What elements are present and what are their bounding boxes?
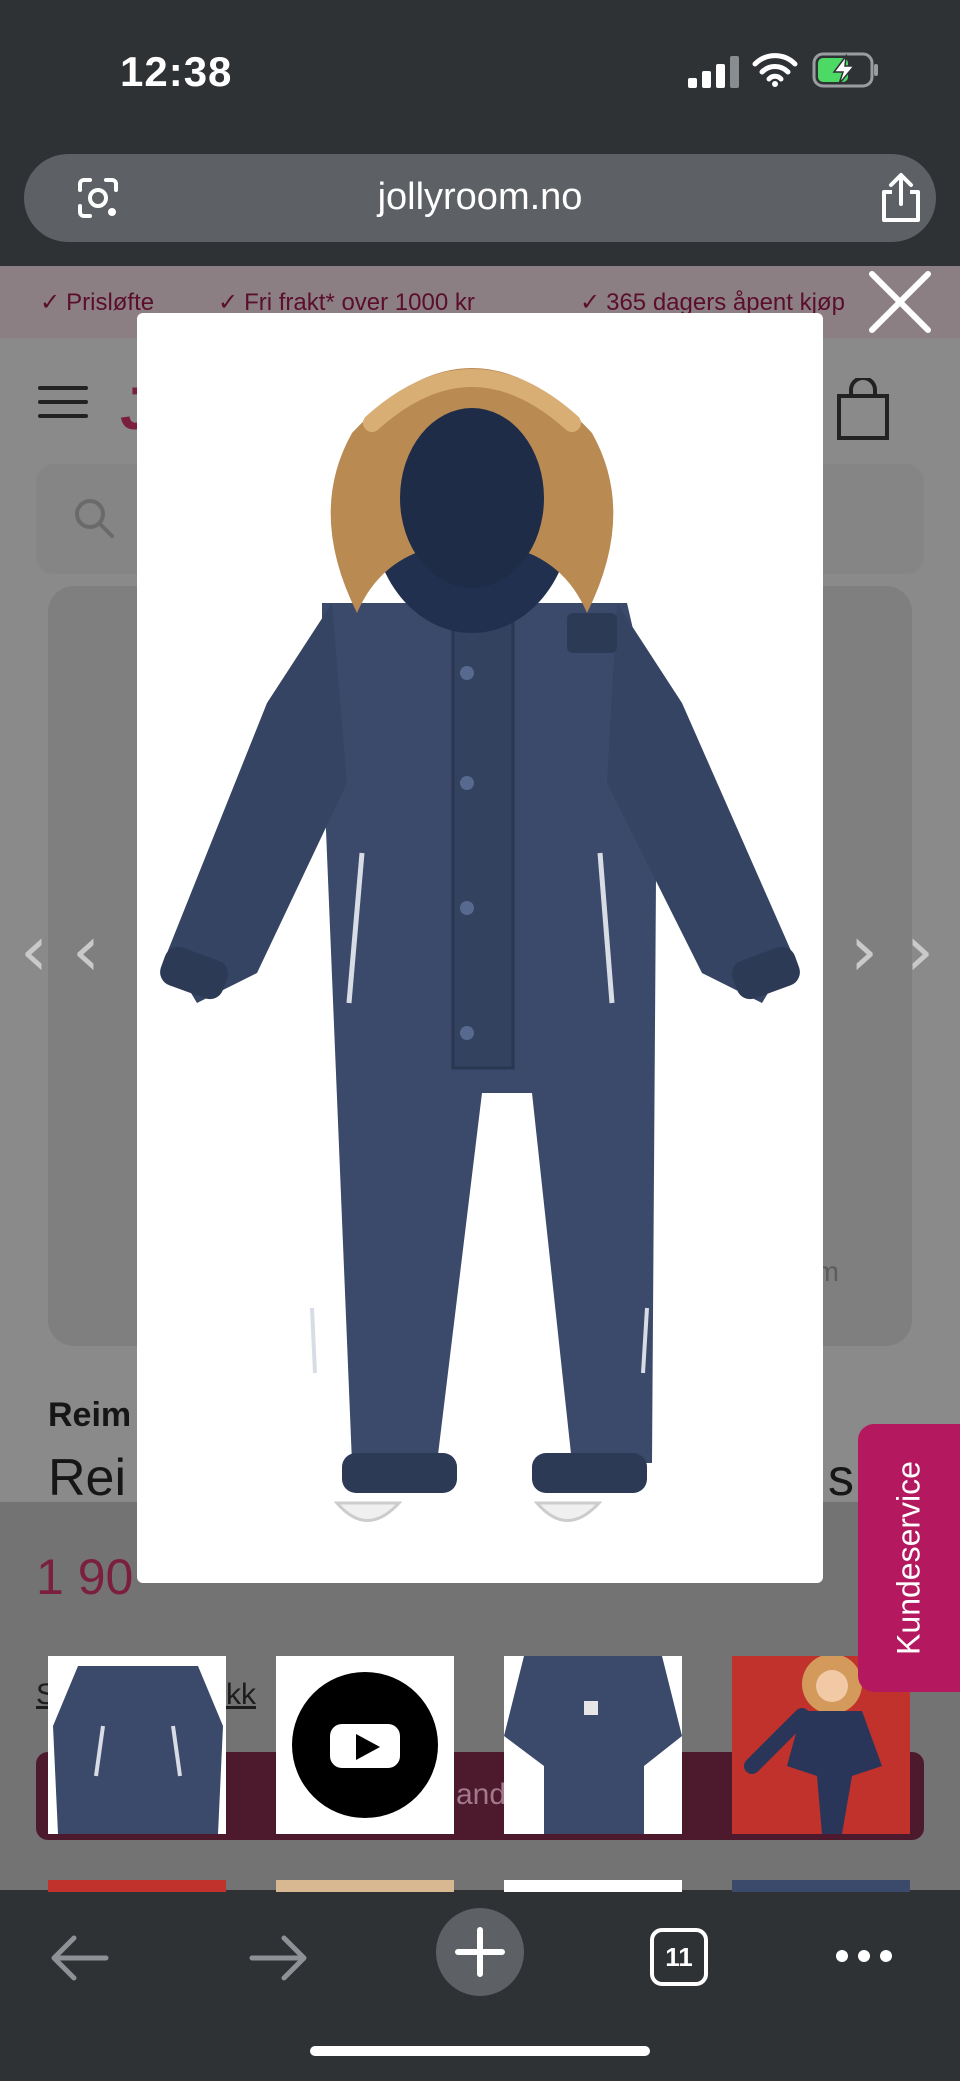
address-bar[interactable]: jollyroom.no bbox=[24, 154, 936, 242]
share-icon[interactable] bbox=[878, 172, 924, 224]
product-image bbox=[160, 368, 800, 1522]
thumbnail-back[interactable] bbox=[504, 1656, 682, 1834]
gallery-next-icon[interactable]: › bbox=[850, 916, 878, 986]
thumbnail-row2[interactable] bbox=[276, 1880, 454, 1892]
customer-service-tab[interactable]: Kundeservice bbox=[858, 1424, 960, 1692]
size-guide-link-tail[interactable]: kk bbox=[226, 1678, 256, 1712]
plus-icon bbox=[455, 1927, 505, 1977]
thumbnail-row2[interactable] bbox=[504, 1880, 682, 1892]
product-title: Rei bbox=[48, 1449, 127, 1507]
clock: 12:38 bbox=[120, 48, 233, 95]
product-price: 1 90 bbox=[36, 1549, 134, 1605]
youtube-icon bbox=[292, 1672, 438, 1818]
product-brand[interactable]: Reim bbox=[48, 1396, 131, 1435]
gallery-prev-icon[interactable]: ‹ bbox=[72, 916, 100, 986]
thumbnail-row2[interactable] bbox=[732, 1880, 910, 1892]
more-options-icon[interactable] bbox=[834, 1946, 894, 1966]
menu-icon[interactable] bbox=[38, 386, 88, 422]
thumbnail-row2[interactable] bbox=[48, 1880, 226, 1892]
back-arrow-icon[interactable] bbox=[48, 1932, 110, 1984]
tab-count: 11 bbox=[665, 1942, 693, 1972]
thumbnail-front[interactable] bbox=[48, 1656, 226, 1834]
lightbox-prev-icon[interactable]: ‹ bbox=[20, 916, 48, 986]
wifi-icon bbox=[752, 53, 798, 87]
thumbnail-image bbox=[504, 1656, 682, 1834]
browser-toolbar: 11 bbox=[0, 1892, 960, 2081]
url-text[interactable]: jollyroom.no bbox=[24, 176, 936, 219]
shopping-bag-icon[interactable] bbox=[836, 378, 890, 440]
status-bar: 12:38 bbox=[0, 0, 960, 140]
home-indicator[interactable] bbox=[310, 2046, 650, 2056]
cellular-signal-icon bbox=[688, 56, 739, 88]
lightbox-next-icon[interactable]: › bbox=[906, 916, 934, 986]
forward-arrow-icon[interactable] bbox=[248, 1932, 310, 1984]
close-lightbox-icon[interactable] bbox=[866, 268, 934, 336]
battery-charging-icon bbox=[812, 52, 878, 88]
new-tab-button[interactable] bbox=[436, 1908, 524, 1996]
thumbnail-video[interactable] bbox=[276, 1656, 454, 1834]
thumbnail-image bbox=[48, 1656, 226, 1834]
search-icon bbox=[75, 499, 114, 538]
customer-service-label: Kundeservice bbox=[890, 1461, 927, 1655]
product-image-lightbox bbox=[137, 313, 823, 1583]
tab-switcher-button[interactable]: 11 bbox=[650, 1928, 708, 1986]
usp-item: ✓ Prisløfte bbox=[40, 289, 155, 316]
